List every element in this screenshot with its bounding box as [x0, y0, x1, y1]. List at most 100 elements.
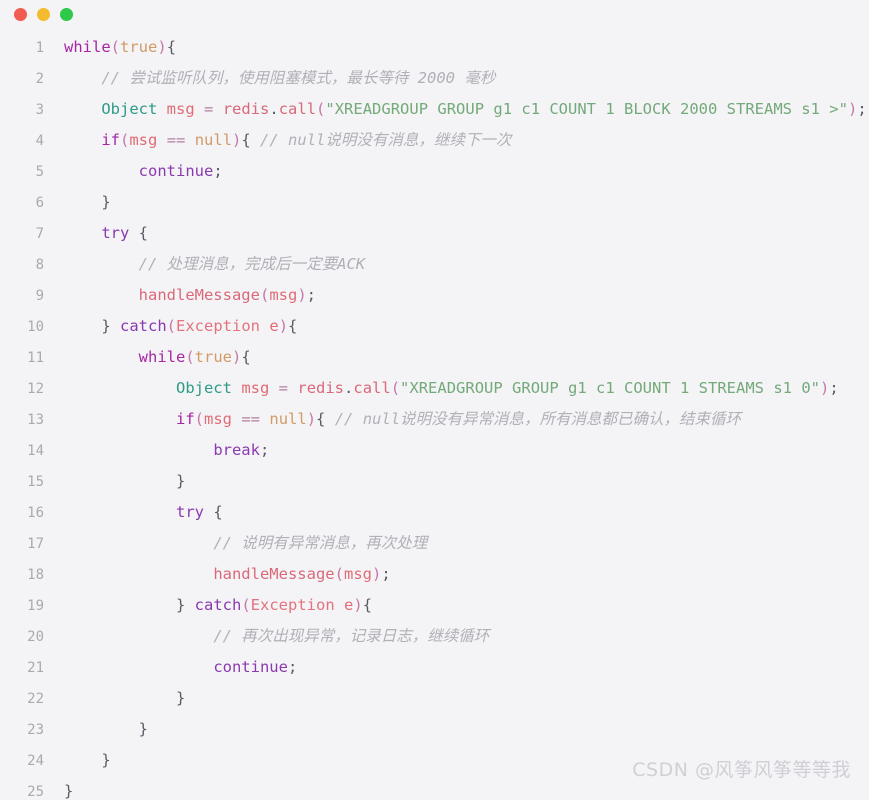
code-token: }	[64, 193, 111, 211]
code-line-content: break;	[44, 435, 269, 466]
code-token: call	[278, 100, 317, 118]
code-line[interactable]: 12 Object msg = redis.call("XREADGROUP G…	[0, 373, 869, 404]
code-token: )	[847, 100, 858, 118]
line-number: 23	[27, 722, 44, 738]
code-line-content: Object msg = redis.call("XREADGROUP GROU…	[44, 373, 839, 404]
code-line[interactable]: 10 } catch(Exception e){	[0, 311, 869, 342]
code-token: }	[64, 596, 195, 614]
code-token: ;	[381, 565, 391, 583]
code-token: // 尝试监听队列，使用阻塞模式，最长等待 2000 毫秒	[101, 69, 496, 87]
code-line[interactable]: 16 try {	[0, 497, 869, 528]
code-line[interactable]: 4 if(msg == null){ // null说明没有消息，继续下一次	[0, 125, 869, 156]
line-number: 25	[27, 784, 44, 800]
code-token: continue	[138, 162, 214, 180]
code-token: =	[278, 379, 289, 397]
code-token: {	[166, 38, 177, 56]
maximize-button[interactable]	[60, 7, 73, 21]
code-token: (	[334, 565, 344, 583]
code-line[interactable]: 13 if(msg == null){ // null说明没有异常消息，所有消息…	[0, 404, 869, 435]
code-line-content: }	[44, 714, 148, 745]
code-token: // null说明没有异常消息，所有消息都已确认，结束循环	[334, 410, 742, 428]
close-button[interactable]	[14, 7, 27, 21]
code-token: while	[138, 348, 186, 366]
line-number: 5	[35, 164, 44, 180]
code-line[interactable]: 14 break;	[0, 435, 869, 466]
code-token: ;	[857, 100, 867, 118]
code-token: =	[204, 100, 214, 118]
code-line-content: continue;	[44, 156, 223, 187]
code-line[interactable]: 20 // 再次出现异常，记录日志，继续循环	[0, 621, 869, 652]
line-number: 22	[27, 691, 44, 707]
code-line[interactable]: 17 // 说明有异常消息，再次处理	[0, 528, 869, 559]
code-token: {	[129, 224, 148, 242]
code-token: ==	[166, 131, 186, 149]
code-line[interactable]: 23 }	[0, 714, 869, 745]
code-token: )	[819, 379, 830, 397]
line-number: 19	[27, 598, 44, 614]
code-token: )	[306, 410, 317, 428]
minimize-button[interactable]	[37, 7, 50, 21]
code-line[interactable]: 6 }	[0, 187, 869, 218]
line-number: 24	[27, 753, 44, 769]
code-token: continue	[213, 658, 288, 676]
code-line[interactable]: 5 continue;	[0, 156, 869, 187]
code-line[interactable]: 9 handleMessage(msg);	[0, 280, 869, 311]
code-line[interactable]: 3 Object msg = redis.call("XREADGROUP GR…	[0, 94, 869, 125]
code-token: Exception	[176, 317, 261, 335]
code-token: null	[269, 410, 307, 428]
code-line[interactable]: 2 // 尝试监听队列，使用阻塞模式，最长等待 2000 毫秒	[0, 63, 869, 94]
code-line[interactable]: 19 } catch(Exception e){	[0, 590, 869, 621]
code-line[interactable]: 18 handleMessage(msg);	[0, 559, 869, 590]
code-editor[interactable]: 1 while(true){2 // 尝试监听队列，使用阻塞模式，最长等待 200…	[0, 28, 869, 800]
code-token: }	[64, 317, 120, 335]
code-token: }	[64, 751, 111, 769]
line-number: 18	[27, 567, 44, 583]
code-token: if	[101, 131, 120, 149]
line-number: 2	[35, 71, 44, 87]
code-line-content: }	[44, 187, 111, 218]
code-line[interactable]: 15 }	[0, 466, 869, 497]
code-token: )	[157, 38, 167, 56]
code-token: (	[166, 317, 177, 335]
code-line-content: } catch(Exception e){	[44, 311, 297, 342]
watermark: CSDN @风筝风筝等等我	[632, 759, 851, 781]
code-line-content: // 说明有异常消息，再次处理	[44, 528, 427, 559]
line-number: 16	[27, 505, 44, 521]
code-line[interactable]: 22 }	[0, 683, 869, 714]
code-token: handleMessage	[138, 286, 260, 304]
code-line-content: if(msg == null){ // null说明没有异常消息，所有消息都已确…	[44, 404, 741, 435]
code-token: "XREADGROUP GROUP g1 c1 COUNT 1 STREAMS …	[400, 379, 820, 397]
code-token: ==	[241, 410, 261, 428]
code-token: (	[185, 348, 195, 366]
code-line-content: if(msg == null){ // null说明没有消息，继续下一次	[44, 125, 511, 156]
code-token: // null说明没有消息，继续下一次	[260, 131, 512, 149]
code-line[interactable]: 11 while(true){	[0, 342, 869, 373]
code-token: e	[344, 596, 354, 614]
code-token: ;	[259, 441, 270, 459]
line-number: 21	[27, 660, 44, 676]
code-line-content: // 再次出现异常，记录日志，继续循环	[44, 621, 489, 652]
code-token: {	[362, 596, 373, 614]
code-token: (	[241, 596, 251, 614]
line-number: 11	[27, 350, 44, 366]
code-line[interactable]: 1 while(true){	[0, 32, 869, 63]
line-number: 13	[27, 412, 44, 428]
code-line[interactable]: 7 try {	[0, 218, 869, 249]
code-token: while	[64, 38, 111, 56]
code-token: "XREADGROUP GROUP g1 c1 COUNT 1 BLOCK 20…	[325, 100, 848, 118]
code-line[interactable]: 21 continue;	[0, 652, 869, 683]
code-token: (	[120, 131, 130, 149]
code-token: msg	[129, 131, 158, 149]
code-token: )	[353, 596, 363, 614]
code-line[interactable]: 8 // 处理消息，完成后一定要ACK	[0, 249, 869, 280]
code-line-content: try {	[44, 497, 223, 528]
